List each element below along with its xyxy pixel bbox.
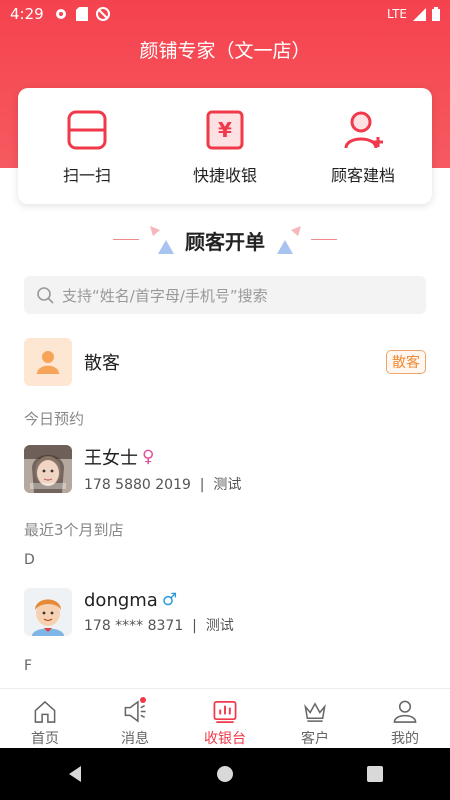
tab-customers-label: 客户 xyxy=(301,731,329,747)
quick-cashier-button[interactable]: ¥ 快捷收银 xyxy=(156,88,294,204)
home-circle-icon[interactable] xyxy=(216,765,234,783)
tab-home[interactable]: 首页 xyxy=(0,689,90,748)
battery-icon xyxy=(432,7,440,21)
person-icon xyxy=(37,351,59,374)
status-time: 4:29 xyxy=(10,5,44,23)
bottom-tab-bar: 首页 消息 收银台 客户 我的 xyxy=(0,688,450,748)
page-title: 颜铺专家（文一店） xyxy=(139,40,311,62)
status-bar: 4:29 LTE xyxy=(0,0,450,28)
customer-photo xyxy=(24,445,72,493)
customer-profile-label: 顾客建档 xyxy=(330,166,395,185)
decor-line-right xyxy=(311,239,337,240)
sd-card-icon xyxy=(75,7,88,21)
cartoon-boy-avatar-icon xyxy=(24,588,72,636)
customer-phone: 178 5880 2019 xyxy=(84,477,191,493)
customer-photo xyxy=(24,588,72,636)
customer-photo-image xyxy=(24,445,72,493)
section-title: 顾客开单 xyxy=(185,230,265,254)
index-letter-f: F xyxy=(24,658,33,674)
tab-messages[interactable]: 消息 xyxy=(90,689,180,748)
settings-gear-icon xyxy=(55,9,66,19)
tab-messages-label: 消息 xyxy=(121,731,149,747)
search-placeholder: 支持“姓名/首字母/手机号”搜索 xyxy=(62,286,268,305)
separator: | xyxy=(195,477,209,493)
no-disturb-icon xyxy=(95,7,110,21)
search-icon xyxy=(37,287,54,304)
walk-in-avatar xyxy=(24,338,72,386)
scan-icon xyxy=(67,110,107,150)
network-type: LTE xyxy=(387,7,407,21)
walk-in-name: 散客 xyxy=(84,353,120,374)
customer-name: 王女士 xyxy=(84,448,138,469)
quick-actions-card: 扫一扫 ¥ 快捷收银 顾客建档 xyxy=(18,88,432,204)
walk-in-customer-row[interactable]: 散客 散客 xyxy=(24,338,426,386)
walk-in-tag: 散客 xyxy=(386,350,426,374)
tab-profile[interactable]: 我的 xyxy=(360,689,450,748)
separator: | xyxy=(187,617,202,634)
tab-cashier-label: 收银台 xyxy=(204,731,246,747)
scan-button[interactable]: 扫一扫 xyxy=(18,88,156,204)
male-gender-icon: ♂ xyxy=(161,590,178,610)
customer-note: 测试 xyxy=(205,617,234,634)
cashier-chart-icon xyxy=(213,701,237,723)
customer-name: dongma xyxy=(84,589,158,611)
tab-customers[interactable]: 客户 xyxy=(270,689,360,748)
crown-icon xyxy=(304,702,326,722)
customer-note: 测试 xyxy=(213,477,242,493)
customer-row[interactable]: dongma ♂ 178 **** 8371 | 测试 xyxy=(24,588,426,636)
scan-label: 扫一扫 xyxy=(62,166,111,185)
customer-profile-button[interactable]: 顾客建档 xyxy=(294,88,432,204)
home-icon xyxy=(34,700,56,723)
customer-row[interactable]: 王女士 ♀ 178 5880 2019 | 测试 xyxy=(24,445,426,493)
tab-home-label: 首页 xyxy=(31,731,59,747)
unread-badge xyxy=(140,697,146,703)
quick-cashier-label: 快捷收银 xyxy=(192,166,257,185)
group-label-today: 今日预约 xyxy=(24,410,85,428)
yen-cashier-icon: ¥ xyxy=(206,110,244,150)
decor-triangles-right-icon xyxy=(277,226,301,254)
profile-icon xyxy=(393,700,417,723)
customer-phone: 178 **** 8371 xyxy=(84,617,184,634)
signal-icon xyxy=(413,7,426,21)
system-nav-bar xyxy=(0,748,450,800)
search-input[interactable]: 支持“姓名/首字母/手机号”搜索 xyxy=(24,276,426,314)
index-letter-d: D xyxy=(24,552,35,568)
recents-icon[interactable] xyxy=(366,765,384,783)
add-user-icon xyxy=(344,111,383,149)
tab-cashier[interactable]: 收银台 xyxy=(180,689,270,748)
group-label-recent: 最近3个月到店 xyxy=(24,521,124,539)
back-icon[interactable] xyxy=(66,765,84,783)
tab-profile-label: 我的 xyxy=(391,731,419,747)
section-heading: 顾客开单 xyxy=(0,222,450,256)
female-gender-icon: ♀ xyxy=(142,447,155,467)
svg-text:¥: ¥ xyxy=(218,118,232,142)
